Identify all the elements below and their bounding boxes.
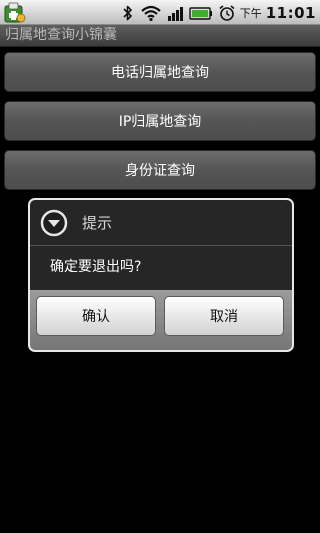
app-title: 归属地查询小锦囊: [5, 27, 117, 43]
dialog-header: 提示: [30, 200, 292, 246]
status-bar: 下午 11:01: [0, 0, 320, 25]
dialog-title: 提示: [82, 214, 113, 232]
app-title-bar: 归属地查询小锦囊: [0, 25, 320, 47]
dialog-body: 确定要退出吗?: [30, 246, 292, 290]
ip-lookup-button[interactable]: IP归属地查询: [4, 101, 316, 141]
phone-lookup-label: 电话归属地查询: [111, 65, 209, 81]
status-icons: 下午 11:01: [122, 0, 316, 25]
app-notification-icon: [4, 2, 26, 23]
bluetooth-icon: [123, 5, 132, 20]
ip-lookup-label: IP归属地查询: [118, 114, 202, 130]
confirm-button[interactable]: 确认: [36, 296, 156, 336]
battery-icon: [189, 6, 212, 20]
signal-icon: [167, 6, 183, 21]
wifi-icon: [141, 5, 161, 21]
exit-dialog: 提示 确定要退出吗? 确认 取消: [28, 198, 294, 352]
dialog-footer: 确认 取消: [30, 290, 292, 350]
dialog-message: 确定要退出吗?: [50, 259, 142, 275]
alarm-icon: [219, 4, 235, 21]
status-ampm: 下午: [239, 6, 262, 20]
dialog-info-icon: [40, 209, 68, 237]
id-card-lookup-button[interactable]: 身份证查询: [4, 150, 316, 190]
confirm-button-label: 确认: [82, 309, 110, 325]
phone-lookup-button[interactable]: 电话归属地查询: [4, 52, 316, 92]
cancel-button[interactable]: 取消: [164, 296, 284, 336]
cancel-button-label: 取消: [210, 309, 238, 325]
id-card-lookup-label: 身份证查询: [125, 163, 195, 179]
status-clock: 11:01: [265, 3, 316, 22]
